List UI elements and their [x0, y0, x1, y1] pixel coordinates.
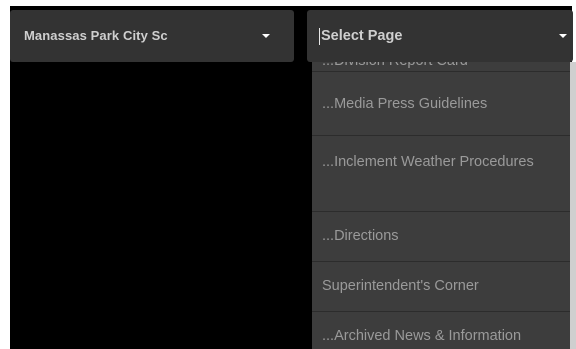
page-canvas: Manassas Park City Sc Select Page ...Div… — [0, 0, 576, 349]
page-select-value: Select Page — [321, 28, 403, 44]
text-cursor — [319, 28, 320, 45]
dropdown-scrollbar[interactable] — [570, 62, 576, 349]
site-select[interactable]: Manassas Park City Sc — [10, 10, 294, 62]
page-select[interactable]: Select Page — [307, 10, 573, 62]
dropdown-item-inclement-weather-procedures[interactable]: ...Inclement Weather Procedures — [312, 136, 570, 212]
site-select-value: Manassas Park City Sc — [24, 28, 168, 43]
dropdown-item-archived-news[interactable]: ...Archived News & Information — [312, 312, 570, 349]
caret-down-icon — [262, 34, 270, 38]
page-dropdown[interactable]: ...Division Report Card ...Media Press G… — [312, 62, 570, 349]
dropdown-item-directions[interactable]: ...Directions — [312, 212, 570, 262]
dropdown-item-media-press-guidelines[interactable]: ...Media Press Guidelines — [312, 72, 570, 136]
dropdown-item-division-report-card[interactable]: ...Division Report Card — [312, 62, 570, 72]
caret-down-icon — [559, 34, 567, 38]
dropdown-item-superintendents-corner[interactable]: Superintendent's Corner — [312, 262, 570, 312]
